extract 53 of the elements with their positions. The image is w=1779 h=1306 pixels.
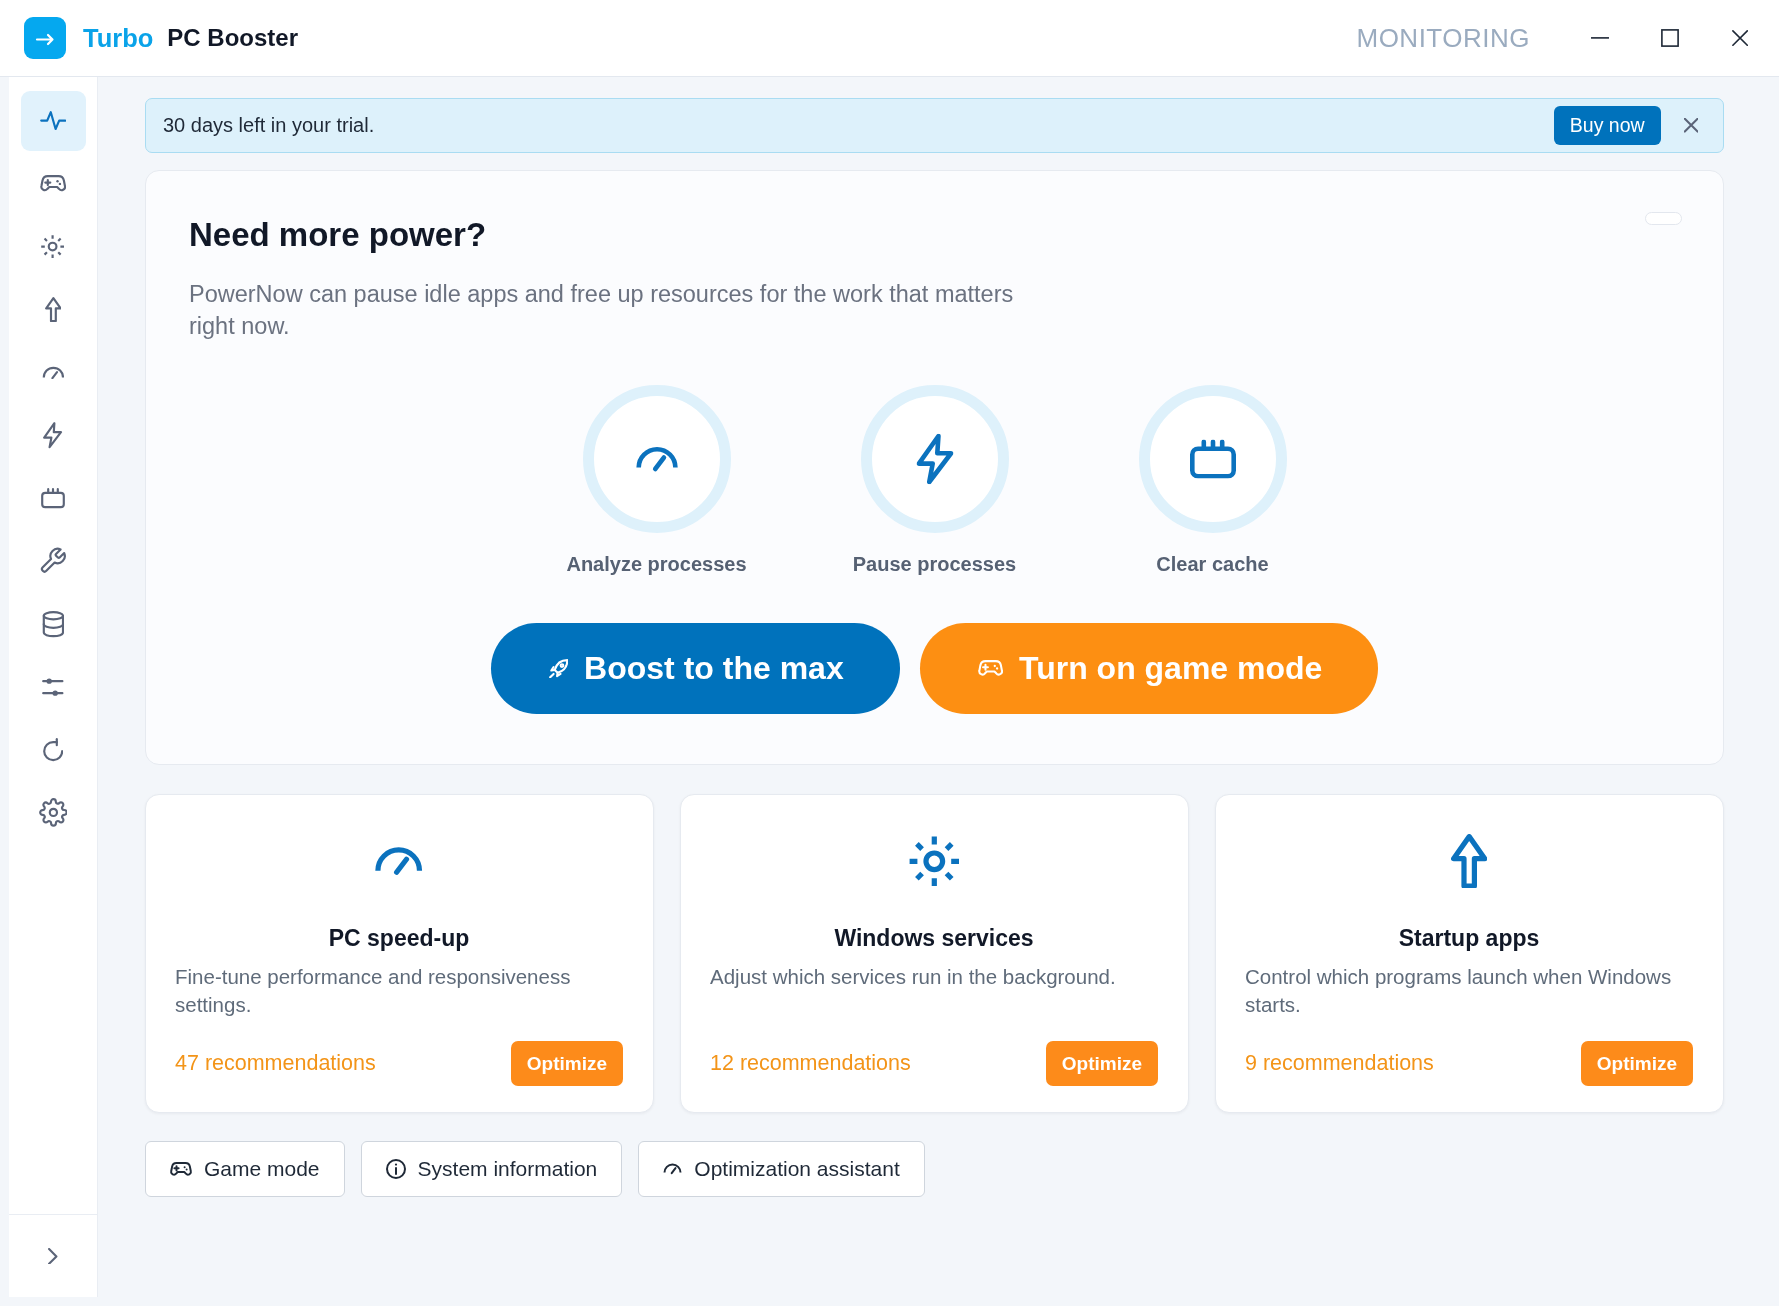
sidebar-item[interactable] [20,91,86,151]
card-description: Fine-tune performance and responsiveness settings. [175,964,572,1018]
card-title: Startup apps [1397,924,1541,952]
gamepad-icon [977,660,1003,677]
rocket-icon [548,658,569,679]
card-title: Windows services [833,924,1035,952]
buy-now-button[interactable]: Buy now [1553,106,1661,145]
info-icon [385,1159,406,1179]
hero-description: PowerNow can pause idle apps and free up resources for the work that matters right now. [189,280,1015,341]
action-button[interactable]: Analyze processes [517,385,796,576]
chip-icon [1138,385,1287,533]
gauge-icon [374,846,424,876]
boost-button[interactable]: Boost to the max [490,623,900,714]
settings-icon [38,798,68,828]
brand-name: Turbo [83,23,154,53]
chip-icon [41,488,65,509]
hero-title: Need more power? [189,215,487,255]
minimize-icon [1591,37,1609,39]
gauge-icon [41,365,65,380]
shortcut-button[interactable]: Game mode [145,1141,345,1197]
up-arrow-icon [1450,833,1488,889]
gamepad-icon [39,175,67,193]
card-description: Adjust which services run in the background. [710,964,1117,990]
action-button[interactable]: Pause processes [795,385,1074,576]
database-icon [41,610,65,638]
recommendations-count: 9 recommendations [1245,1051,1434,1076]
trial-message: 30 days left in your trial. [163,114,376,137]
empty-pill [1645,212,1682,225]
sun-icon [40,234,66,260]
lightning-icon [860,385,1009,533]
app-title: PC Booster [167,24,299,52]
lightning-icon [43,422,63,449]
shortcut-button[interactable]: Optimization assistant [638,1141,925,1197]
wrench-icon [39,547,67,576]
action-button[interactable]: Clear cache [1073,385,1352,576]
recommendations-count: 12 recommendations [710,1051,911,1076]
sliders-icon [42,676,64,698]
recommendations-count: 47 recommendations [175,1051,376,1076]
card-description: Control which programs launch when Windows starts. [1245,964,1673,1018]
gauge-icon [582,385,731,533]
up-arrow-icon [44,297,62,323]
close-icon [1683,118,1698,133]
close-icon [1731,29,1749,47]
gamepad-icon [170,1162,192,1176]
maximize-icon [1661,29,1679,47]
gauge-icon [663,1163,683,1175]
card-title: PC speed-up [327,924,471,952]
refresh-icon [42,738,64,762]
shortcut-button[interactable]: System information [360,1141,623,1197]
logo-icon [24,17,66,59]
chevron-right-icon [48,1247,58,1265]
pulse-icon [39,111,67,131]
section-title: MONITORING [1356,22,1530,54]
